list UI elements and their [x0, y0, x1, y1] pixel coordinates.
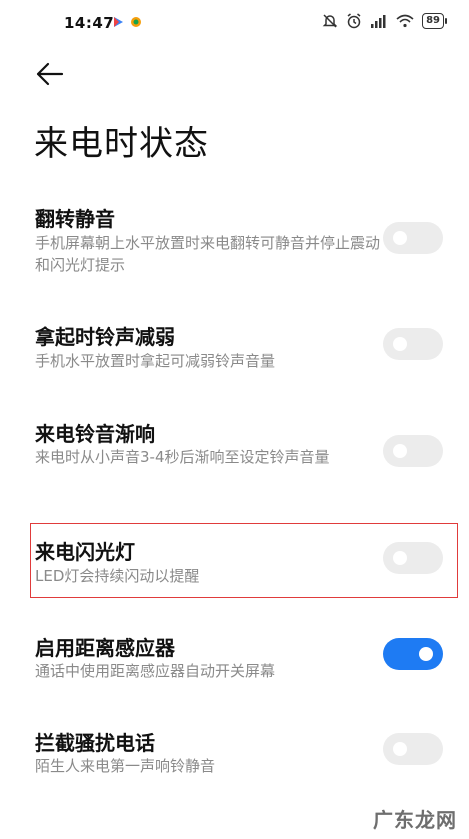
back-button[interactable] [34, 60, 66, 88]
status-right-icons: 89 [322, 13, 447, 29]
setting-title: 拿起时铃声减弱 [35, 325, 175, 349]
toggle-block-spam[interactable] [383, 733, 443, 765]
setting-title: 拦截骚扰电话 [35, 731, 155, 755]
toggle-pickup-quiet[interactable] [383, 328, 443, 360]
status-time: 14:47 [64, 14, 115, 32]
maps-icon [131, 17, 141, 27]
toggle-flash-light[interactable] [383, 542, 443, 574]
setting-title: 启用距离感应器 [35, 636, 175, 660]
setting-title: 来电铃音渐响 [35, 422, 155, 446]
status-bar: 14:47 89 [0, 0, 469, 48]
play-store-icon [114, 17, 123, 27]
status-left-icons [112, 16, 142, 28]
mute-icon [322, 14, 338, 28]
arrow-left-icon [36, 62, 64, 86]
setting-desc: 通话中使用距离感应器自动开关屏幕 [35, 662, 276, 680]
battery-level: 89 [422, 13, 444, 29]
wifi-icon [396, 14, 414, 28]
setting-desc: 手机屏幕朝上水平放置时来电翻转可静音并停止震动和闪光灯提示 [35, 234, 381, 274]
battery-icon: 89 [422, 13, 447, 29]
toggle-ring-crescendo[interactable] [383, 435, 443, 467]
page-title: 来电时状态 [34, 124, 209, 164]
setting-title: 翻转静音 [35, 207, 115, 231]
setting-desc: 手机水平放置时拿起可减弱铃声音量 [35, 352, 276, 370]
setting-desc: 陌生人来电第一声响铃静音 [35, 757, 216, 775]
toggle-proximity-sensor[interactable] [383, 638, 443, 670]
signal-icon [371, 15, 386, 28]
alarm-icon [347, 13, 361, 29]
setting-title: 来电闪光灯 [35, 540, 135, 564]
setting-desc: LED灯会持续闪动以提醒 [35, 567, 200, 585]
toggle-flip-mute[interactable] [383, 222, 443, 254]
watermark-logo: 广东龙网 [373, 808, 457, 832]
setting-desc: 来电时从小声音3-4秒后渐响至设定铃声音量 [35, 448, 330, 466]
